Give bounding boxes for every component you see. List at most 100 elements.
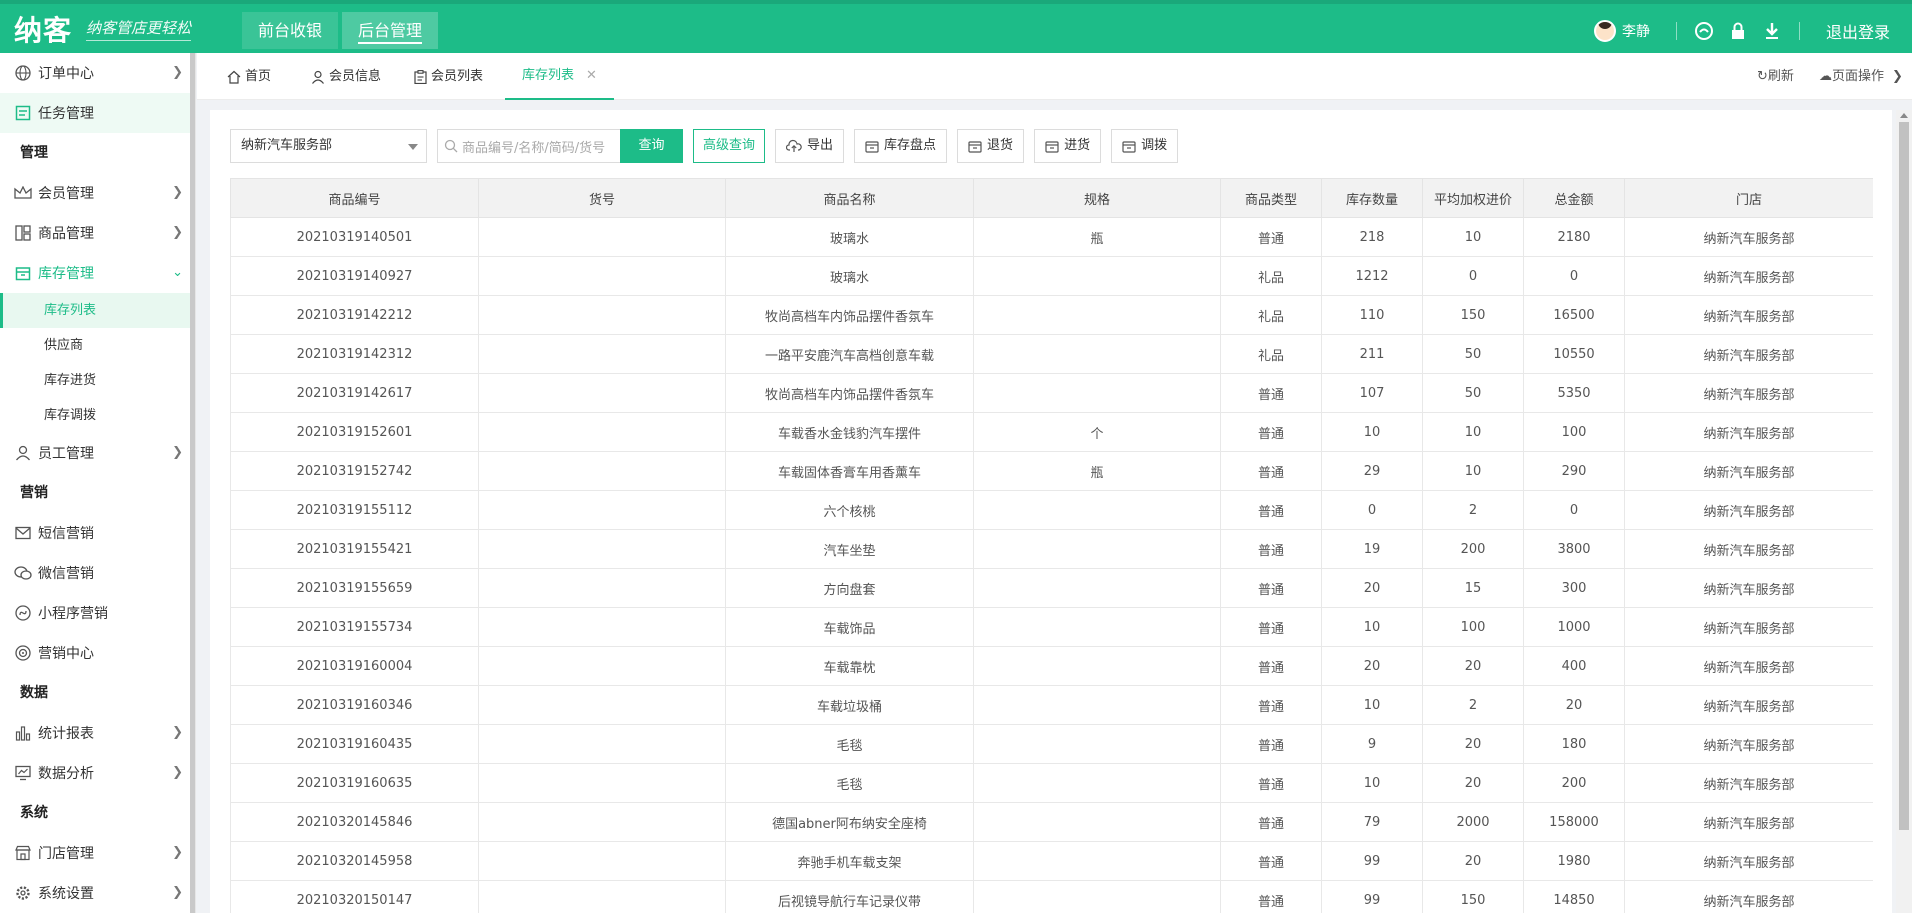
transfer-button[interactable]: 调拨 [1111, 129, 1179, 163]
table-cell: 纳新汽车服务部 [1624, 256, 1873, 296]
table-row[interactable]: 20210319160435 毛毯 普通 9 20 180 纳新汽车服务部 [230, 724, 1873, 764]
user-name[interactable]: 李静 [1622, 21, 1650, 41]
column-header[interactable]: 规格 [973, 178, 1221, 218]
user-icon [14, 444, 32, 462]
table-cell: 普通 [1220, 763, 1322, 803]
goods-icon [14, 224, 32, 242]
download-icon[interactable] [1761, 20, 1783, 42]
table-row[interactable]: 20210319140927 玻璃水 礼品 1212 0 0 纳新汽车服务部 [230, 256, 1873, 296]
nav-back-admin[interactable]: 后台管理 [342, 12, 439, 49]
page-ops-button[interactable]: ☁ 页面操作 ❯ [1819, 53, 1903, 100]
table-row[interactable]: 20210319160346 车载垃圾桶 普通 10 2 20 纳新汽车服务部 [230, 685, 1873, 725]
table-cell: 20210319152742 [230, 451, 479, 491]
sidebar-scrollbar[interactable] [190, 53, 195, 913]
cloud-icon: ☁ [1819, 69, 1832, 84]
sidebar-item-marketing-center[interactable]: 营销中心 [0, 633, 195, 673]
home-icon [227, 70, 241, 84]
gear-icon [14, 884, 32, 902]
sidebar-item-order-center[interactable]: 订单中心 ❯ [0, 53, 195, 93]
table-row[interactable]: 20210319160004 车载靠枕 普通 20 20 400 纳新汽车服务部 [230, 646, 1873, 686]
table-cell: 1212 [1321, 256, 1423, 296]
tab-member-list[interactable]: 会员列表 [414, 53, 483, 100]
headset-icon[interactable] [1693, 20, 1715, 42]
chevron-right-icon: ❯ [172, 765, 183, 780]
sidebar: 订单中心 ❯ 任务管理 管理 会员管理 ❯ 商品管理 ❯ 库存管理 ⌄ 库存列表… [0, 53, 196, 913]
advanced-query-button[interactable]: 高级查询 [693, 129, 766, 163]
tab-member-info[interactable]: 会员信息 [311, 53, 381, 100]
query-button[interactable]: 查询 [620, 129, 683, 163]
table-row[interactable]: 20210319142617 牧尚高档车内饰品摆件香氛车 普通 107 50 5350 纳新… [230, 373, 1873, 413]
export-button[interactable]: 导出 [775, 129, 845, 163]
purchase-button[interactable]: 进货 [1034, 129, 1102, 163]
table-cell [973, 568, 1221, 608]
table-row[interactable]: 20210319155421 汽车坐垫 普通 19 200 3800 纳新汽车服务部 [230, 529, 1873, 569]
table-row[interactable]: 20210319152601 车载香水金钱豹汽车摆件个普通 10 10 100 纳新汽车服… [230, 412, 1873, 452]
box-icon [1045, 139, 1059, 153]
logout-button[interactable]: 退出登录 [1826, 19, 1890, 43]
table-cell: 20 [1422, 646, 1524, 686]
close-icon[interactable]: ✕ [586, 52, 597, 99]
table-row[interactable]: 20210319155734 车载饰品 普通 10 100 1000 纳新汽车服务部 [230, 607, 1873, 647]
sidebar-subitem-stock-list[interactable]: 库存列表 [0, 293, 195, 328]
nav-back-admin-label: 后台管理 [358, 21, 423, 44]
column-header[interactable]: 商品编号 [230, 178, 479, 218]
sidebar-item-wechat-marketing[interactable]: 微信营销 [0, 553, 195, 593]
brand-logo[interactable]: 纳客 纳客管店更轻松 [14, 11, 192, 47]
return-button[interactable]: 退货 [957, 129, 1025, 163]
sidebar-item-task-manage[interactable]: 任务管理 [0, 93, 195, 133]
table-row[interactable]: 20210319155659 方向盘套 普通 20 15 300 纳新汽车服务部 [230, 568, 1873, 608]
sidebar-subitem-stock-transfer[interactable]: 库存调拨 [0, 398, 195, 433]
table-row[interactable]: 20210320145958 奔驰手机车载支架 普通 99 20 1980 纳新汽车服务部 [230, 841, 1873, 881]
refresh-button[interactable]: ↻ 刷新 [1757, 53, 1794, 100]
table-row[interactable]: 20210319152742 车载固体香膏车用香薰车瓶普通 29 10 290 纳新汽车服… [230, 451, 1873, 491]
sidebar-item-stock-manage[interactable]: 库存管理 ⌄ [0, 253, 195, 293]
sidebar-item-member-manage[interactable]: 会员管理 ❯ [0, 173, 195, 213]
table-cell: 20210319140501 [230, 217, 479, 257]
column-header[interactable]: 门店 [1624, 178, 1873, 218]
nav-front-cashier[interactable]: 前台收银 [242, 12, 339, 49]
sidebar-item-report[interactable]: 统计报表 ❯ [0, 713, 195, 753]
column-header[interactable]: 商品类型 [1220, 178, 1322, 218]
sidebar-scrollbar-thumb[interactable] [190, 53, 195, 913]
table-cell: 290 [1523, 451, 1625, 491]
column-header[interactable]: 货号 [478, 178, 726, 218]
table-cell: 0 [1321, 490, 1423, 530]
avatar[interactable] [1593, 19, 1616, 42]
column-header[interactable]: 库存数量 [1321, 178, 1423, 218]
sidebar-item-staff-manage[interactable]: 员工管理 ❯ [0, 433, 195, 473]
main-scrollbar-thumb[interactable] [1899, 122, 1909, 830]
search-input[interactable]: 商品编号/名称/简码/货号 [437, 129, 620, 163]
main-scrollbar[interactable] [1896, 110, 1912, 913]
table-cell: 奔驰手机车载支架 [725, 841, 974, 881]
table-row[interactable]: 20210319140501 玻璃水瓶普通 218 10 2180 纳新汽车服务部 [230, 217, 1873, 257]
column-header[interactable]: 商品名称 [725, 178, 974, 218]
chevron-right-icon: ❯ [172, 845, 183, 860]
table-cell: 纳新汽车服务部 [1624, 685, 1873, 725]
table-row[interactable]: 20210319142312 一路平安鹿汽车高档创意车载 礼品 211 50 10550 纳… [230, 334, 1873, 374]
table-row[interactable]: 20210320145846 德国abner阿布纳安全座椅 普通 79 2000 1580… [230, 802, 1873, 842]
table-cell: 20210319142212 [230, 295, 479, 335]
tab-home[interactable]: 首页 [227, 53, 271, 100]
lock-icon[interactable] [1727, 20, 1749, 42]
column-header[interactable]: 平均加权进价 [1422, 178, 1524, 218]
divider [1675, 21, 1677, 40]
sidebar-item-goods-manage[interactable]: 商品管理 ❯ [0, 213, 195, 253]
scroll-up-icon[interactable] [1900, 113, 1908, 118]
table-row[interactable]: 20210319160635 毛毯 普通 10 20 200 纳新汽车服务部 [230, 763, 1873, 803]
inventory-button[interactable]: 库存盘点 [854, 129, 948, 163]
sidebar-item-analysis[interactable]: 数据分析 ❯ [0, 753, 195, 793]
store-select[interactable]: 纳新汽车服务部 [230, 129, 427, 163]
tab-stock-list[interactable]: 库存列表 ✕ [505, 53, 614, 100]
table-row[interactable]: 20210319155112 六个核桃 普通 0 2 0 纳新汽车服务部 [230, 490, 1873, 530]
table-row[interactable]: 20210319142212 牧尚高档车内饰品摆件香氛车 礼品 110 150 16500… [230, 295, 1873, 335]
sidebar-item-miniapp-marketing[interactable]: 小程序营销 [0, 593, 195, 633]
table-cell: 20210319142312 [230, 334, 479, 374]
table-row[interactable]: 20210320150147 后视镜导航行车记录仪带 普通 99 150 14850 纳新汽… [230, 880, 1873, 913]
sidebar-item-sms-marketing[interactable]: 短信营销 [0, 513, 195, 553]
target-icon [14, 644, 32, 662]
sidebar-subitem-stock-in[interactable]: 库存进货 [0, 363, 195, 398]
sidebar-item-system-settings[interactable]: 系统设置 ❯ [0, 873, 195, 913]
sidebar-item-store-manage[interactable]: 门店管理 ❯ [0, 833, 195, 873]
sidebar-subitem-supplier[interactable]: 供应商 [0, 328, 195, 363]
column-header[interactable]: 总金额 [1523, 178, 1625, 218]
